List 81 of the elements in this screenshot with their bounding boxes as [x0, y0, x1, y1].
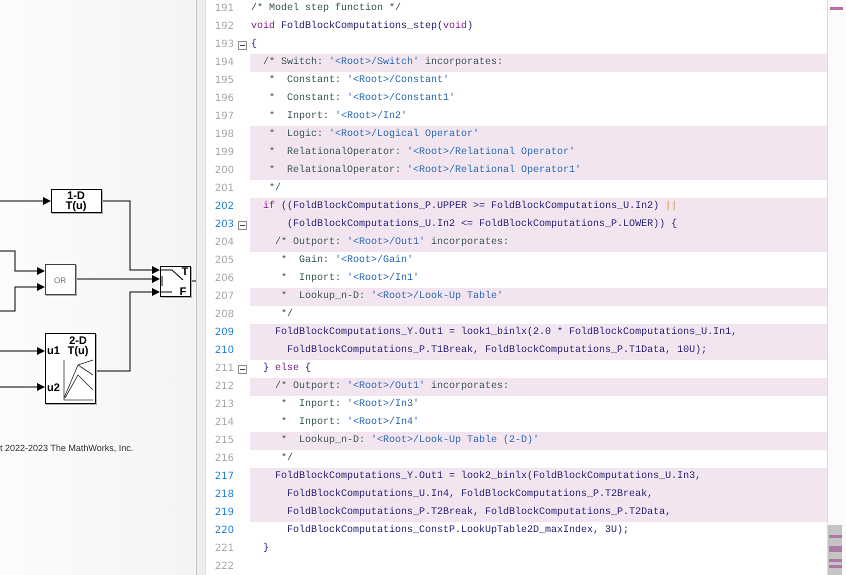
- code-line: */: [280, 309, 294, 320]
- line-number[interactable]: 220: [206, 522, 234, 540]
- lookup-table-block: [51, 189, 102, 213]
- line-number: 216: [214, 452, 234, 466]
- line-number[interactable]: 202: [206, 198, 234, 216]
- line-number: 215: [214, 434, 234, 448]
- code-line: /* Outport: '<Root>/Out1' incorporates:: [274, 381, 510, 392]
- code-line: (FoldBlockComputations_U.In2 <= FoldBlockComputations_P.LOWER)) {: [286, 219, 678, 230]
- line-number: 221: [214, 542, 234, 556]
- port-label: u2: [47, 382, 60, 394]
- code-line: * Gain: '<Root>/Gain': [280, 255, 414, 266]
- code-line: * Inport: '<Root>/In3': [280, 399, 420, 410]
- port-label: T: [182, 266, 188, 278]
- code-line: * Logic: '<Root>/Logical Operator': [268, 129, 480, 140]
- block-label: 2-D: [69, 335, 87, 347]
- code-line: }: [262, 543, 270, 554]
- code-line: FoldBlockComputations_U.In4, FoldBlockComputations_P.T2Break,: [286, 489, 654, 500]
- line-number: 194: [214, 56, 234, 70]
- line-number[interactable]: 218: [206, 486, 234, 504]
- code-line: * RelationalOperator: '<Root>/Relational Operator1': [268, 165, 582, 176]
- code-line: * Lookup_n-D: '<Root>/Look-Up Table': [280, 291, 504, 302]
- port-label: F: [180, 286, 186, 298]
- line-number[interactable]: 217: [206, 468, 234, 486]
- line-number: 207: [214, 290, 234, 304]
- line-number: 199: [214, 146, 234, 160]
- block-label: 1-D: [67, 190, 85, 202]
- code-line: * Lookup_n-D: '<Root>/Look-Up Table (2-D)': [280, 435, 540, 446]
- switch-block: [160, 266, 191, 297]
- code-line: FoldBlockComputations_ConstP.LookUpTable2D_maxIndex, 3U);: [286, 525, 630, 536]
- line-number: 198: [214, 128, 234, 142]
- line-number: 208: [214, 308, 234, 322]
- line-number: 200: [214, 164, 234, 178]
- line-number: 211: [214, 362, 234, 376]
- code-line: {: [251, 39, 258, 50]
- line-number[interactable]: 219: [206, 504, 234, 522]
- code-line: /* Model step function */: [251, 3, 402, 14]
- line-number: 206: [214, 272, 234, 286]
- line-number[interactable]: 209: [206, 324, 234, 342]
- copyright-text: t 2022-2023 The MathWorks, Inc.: [0, 443, 134, 453]
- code-line: /* Switch: '<Root>/Switch' incorporates:: [262, 57, 504, 68]
- block-label: T(u): [66, 200, 86, 212]
- line-number[interactable]: 210: [206, 342, 234, 360]
- code-line: * Constant: '<Root>/Constant1': [268, 93, 456, 104]
- line-number: 213: [214, 398, 234, 412]
- code-line: */: [268, 183, 282, 194]
- line-number: 191: [214, 2, 234, 16]
- collapse-icon[interactable]: [238, 220, 246, 230]
- line-number: 205: [214, 254, 234, 268]
- code-line: FoldBlockComputations_Y.Out1 = look1_binlx(2.0 * FoldBlockComputations_U.In1,: [274, 327, 738, 338]
- line-number: 197: [214, 110, 234, 124]
- line-number: 204: [214, 236, 234, 250]
- lookup-table-2d-block: [45, 333, 96, 404]
- code-line: FoldBlockComputations_P.T2Break, FoldBlockComputations_P.T2Data,: [286, 507, 672, 518]
- block-label: T(u): [68, 345, 88, 357]
- line-number: 201: [214, 182, 234, 196]
- code-line: */: [280, 453, 294, 464]
- code-line: * Constant: '<Root>/Constant': [268, 75, 450, 86]
- code-line: void FoldBlockComputations_step(void): [251, 21, 474, 32]
- code-line: FoldBlockComputations_Y.Out1 = look2_binlx(FoldBlockComputations_U.In3,: [274, 471, 702, 482]
- line-number: 212: [214, 380, 234, 394]
- code-line: * RelationalOperator: '<Root>/Relational Operator': [268, 147, 576, 158]
- line-number: 196: [214, 92, 234, 106]
- lookup-plot-icon: [64, 360, 94, 400]
- code-line: * Inport: '<Root>/In4': [280, 417, 420, 428]
- line-number[interactable]: 203: [206, 216, 234, 234]
- line-number: 214: [214, 416, 234, 430]
- code-line: FoldBlockComputations_P.T1Break, FoldBlockComputations_P.T1Data, 10U);: [286, 345, 708, 356]
- code-line: * Inport: '<Root>/In1': [280, 273, 420, 284]
- port-label: u1: [47, 345, 60, 357]
- line-number: 193: [214, 38, 234, 52]
- collapse-icon[interactable]: [238, 40, 246, 50]
- line-number: 192: [214, 20, 234, 34]
- code-line: * Inport: '<Root>/In2': [268, 111, 408, 122]
- block-label: OR: [54, 276, 66, 285]
- logical-operator-block: [45, 264, 76, 295]
- collapse-icon[interactable]: [238, 364, 246, 374]
- code-line: /* Outport: '<Root>/Out1' incorporates:: [274, 237, 510, 248]
- code-line: } else {: [262, 363, 312, 374]
- code-line: if ((FoldBlockComputations_P.UPPER >= FoldBlockComputations_U.In2) ||: [262, 201, 678, 212]
- line-number: 195: [214, 74, 234, 88]
- line-number: 222: [214, 560, 234, 574]
